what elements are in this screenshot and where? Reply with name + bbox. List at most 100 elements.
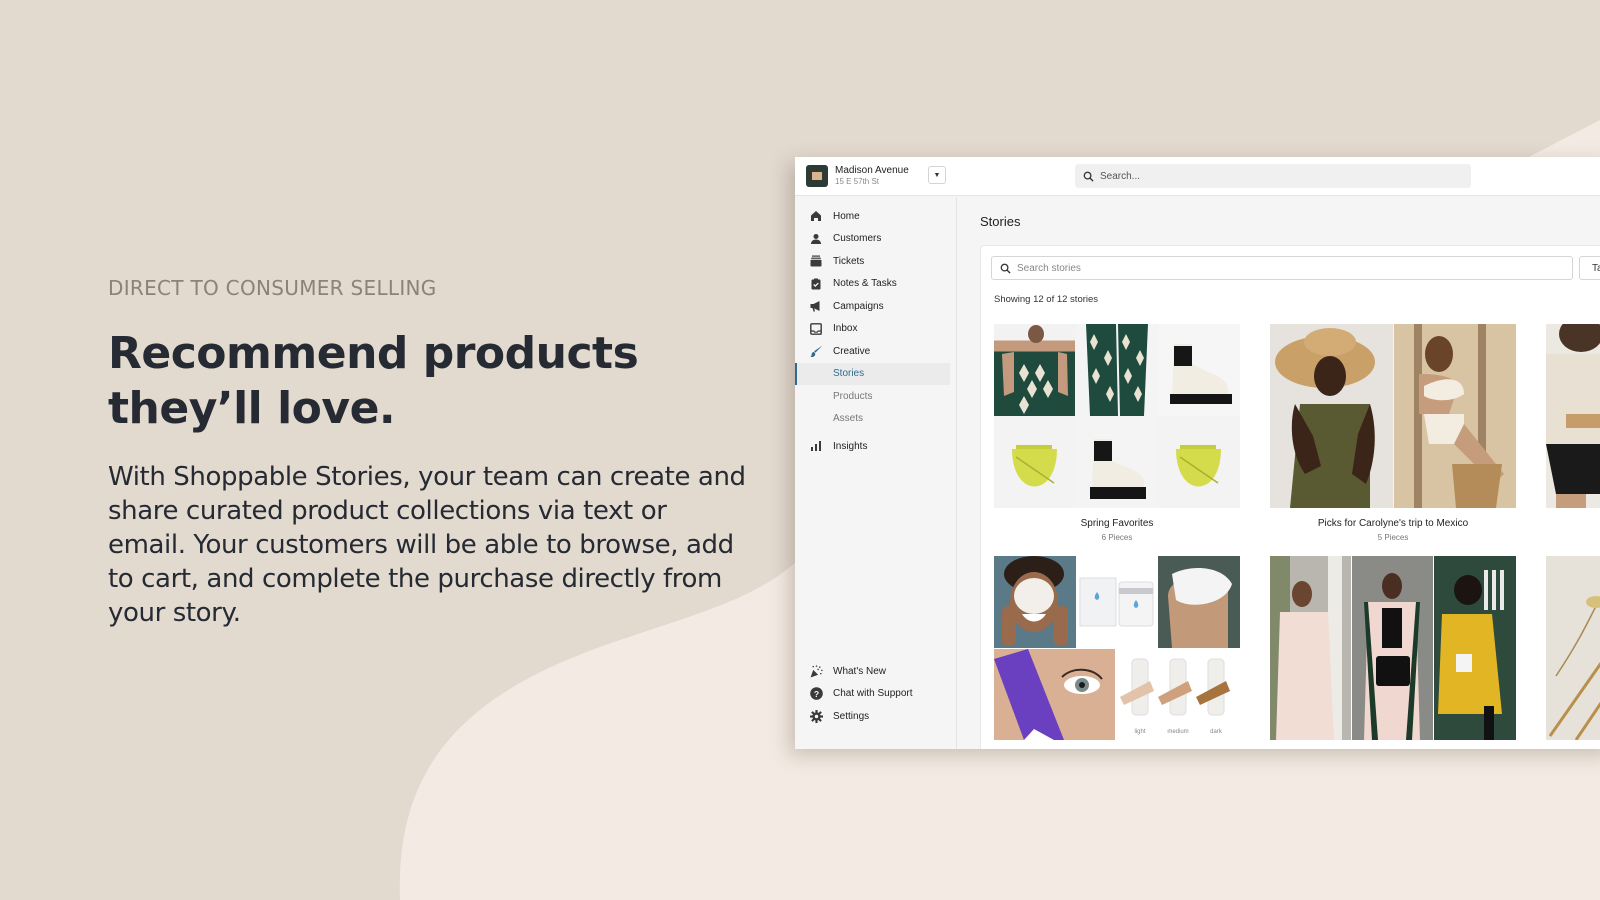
cream-jar-image — [1077, 556, 1157, 648]
sidebar-item-label: Inbox — [833, 323, 858, 335]
sidebar-item-notes-tasks[interactable]: Notes & Tasks — [795, 273, 956, 296]
tags-filter-button[interactable]: Tags — [1579, 256, 1600, 280]
help-circle-icon: ? — [809, 687, 823, 701]
inbox-icon — [809, 322, 823, 336]
sidebar-item-label: Settings — [833, 710, 870, 722]
paintbrush-icon — [809, 344, 823, 358]
clipboard-check-icon — [809, 277, 823, 291]
sidebar: Home Customers Tickets Notes & Tasks Cam… — [795, 197, 957, 749]
sidebar-subitem-assets[interactable]: Assets — [795, 408, 956, 431]
yellow-coat-model-image — [1434, 556, 1516, 740]
story-thumbnail — [994, 324, 1240, 508]
main-content: Stories Tags Showing 12 of 12 stories — [958, 197, 1600, 749]
straw-hat-model-image — [1270, 324, 1393, 508]
svg-text:dark: dark — [1210, 729, 1223, 735]
headline-line-2: they’ll love. — [108, 383, 396, 434]
sidebar-item-campaigns[interactable]: Campaigns — [795, 295, 956, 318]
sidebar-item-label: Home — [833, 210, 860, 222]
foundation-shades-image: light medium dark — [1116, 649, 1240, 740]
story-thumbnail — [1270, 324, 1516, 508]
party-popper-icon — [809, 664, 823, 678]
eye-closeup-image — [994, 649, 1115, 740]
svg-text:?: ? — [813, 689, 818, 699]
story-piece-count: 6 Pieces — [1101, 533, 1133, 542]
sidebar-item-creative[interactable]: Creative — [795, 340, 956, 363]
app-window: Madison Avenue 15 E 57th St ▼ Home Custo… — [795, 157, 1600, 749]
page-title: Stories — [980, 214, 1021, 229]
story-card[interactable] — [1270, 556, 1516, 740]
sidebar-item-inbox[interactable]: Inbox — [795, 318, 956, 341]
gold-cutlery-image — [1546, 556, 1600, 740]
sidebar-item-settings[interactable]: Settings — [795, 705, 956, 728]
svg-text:light: light — [1134, 729, 1145, 735]
headline: Recommend products they’ll love. — [108, 326, 748, 436]
megaphone-icon — [809, 299, 823, 313]
global-search-input[interactable] — [1100, 170, 1440, 182]
pink-coat-model-image — [1270, 556, 1351, 740]
sidebar-item-label: Creative — [833, 345, 871, 357]
face-wash-model-image — [994, 556, 1076, 648]
headline-line-1: Recommend products — [108, 328, 639, 379]
sidebar-item-label: Customers — [833, 233, 882, 245]
store-name: Madison Avenue — [835, 165, 909, 176]
story-thumbnail: light medium dark — [994, 556, 1240, 740]
sidebar-item-tickets[interactable]: Tickets — [795, 250, 956, 273]
hand-cloth-image — [1158, 556, 1240, 648]
sidebar-item-label: What's New — [833, 665, 887, 677]
caret-down-icon: ▼ — [933, 171, 941, 179]
gear-icon — [809, 709, 823, 723]
sidebar-item-chat-support[interactable]: ? Chat with Support — [795, 683, 956, 706]
story-title: Spring Favorites — [1080, 518, 1154, 529]
sweater-model-image — [1546, 324, 1600, 508]
home-icon — [809, 209, 823, 223]
story-card[interactable]: Spring Favorites 6 Pieces — [994, 324, 1240, 542]
story-thumbnail — [1546, 324, 1600, 508]
story-thumbnail — [1546, 556, 1600, 740]
eyebrow-text: DIRECT TO CONSUMER SELLING — [108, 276, 437, 300]
store-dropdown-button[interactable]: ▼ — [928, 166, 946, 184]
story-title: Picks for Carolyne's trip to Mexico — [1317, 518, 1469, 529]
bar-chart-icon — [809, 439, 823, 453]
story-card[interactable]: Picks for Carolyne's trip to Mexico 5 Pi… — [1270, 324, 1516, 542]
search-icon — [1000, 263, 1011, 274]
sidebar-item-home[interactable]: Home — [795, 205, 956, 228]
hero-section: DIRECT TO CONSUMER SELLING Recommend pro… — [108, 276, 748, 630]
stories-card: Tags Showing 12 of 12 stories — [980, 245, 1600, 749]
story-card[interactable]: light medium dark — [994, 556, 1240, 740]
sidebar-item-customers[interactable]: Customers — [795, 228, 956, 251]
story-search[interactable] — [991, 256, 1573, 280]
store-switcher[interactable]: Madison Avenue 15 E 57th St — [806, 165, 909, 187]
white-boot-image — [1158, 324, 1240, 416]
story-thumbnail — [1270, 556, 1516, 740]
story-count: Showing 12 of 12 stories — [994, 294, 1099, 305]
sidebar-item-label: Notes & Tasks — [833, 278, 897, 290]
story-card[interactable] — [1546, 556, 1600, 740]
sidebar-item-label: Campaigns — [833, 300, 884, 312]
store-logo-icon — [806, 165, 828, 187]
white-boot-image — [1076, 417, 1157, 508]
yellow-bag-image — [1158, 417, 1240, 508]
store-address: 15 E 57th St — [835, 177, 880, 186]
story-search-input[interactable] — [1017, 262, 1557, 274]
top-bar: Madison Avenue 15 E 57th St ▼ — [795, 157, 1600, 196]
swimsuit-model-image — [1394, 324, 1516, 508]
sidebar-item-label: Tickets — [833, 255, 865, 267]
story-piece-count: 5 Pieces — [1377, 533, 1409, 542]
person-icon — [809, 232, 823, 246]
tickets-icon — [809, 254, 823, 268]
search-icon — [1083, 171, 1094, 182]
global-search[interactable] — [1075, 164, 1471, 188]
yellow-bag-image — [994, 417, 1075, 508]
sweater-vest-image — [994, 324, 1075, 416]
sidebar-subitem-products[interactable]: Products — [795, 385, 956, 408]
sidebar-item-label: Chat with Support — [833, 688, 913, 700]
sidebar-item-whats-new[interactable]: What's New — [795, 660, 956, 683]
sidebar-subitem-stories[interactable]: Stories — [795, 362, 950, 385]
sidebar-item-insights[interactable]: Insights — [795, 435, 956, 458]
patterned-coat-model-image — [1352, 556, 1433, 740]
svg-text:medium: medium — [1167, 729, 1188, 735]
story-card[interactable] — [1546, 324, 1600, 508]
body-copy: With Shoppable Stories, your team can cr… — [108, 462, 746, 628]
argyle-pants-image — [1076, 324, 1157, 416]
sidebar-item-label: Insights — [833, 440, 868, 452]
